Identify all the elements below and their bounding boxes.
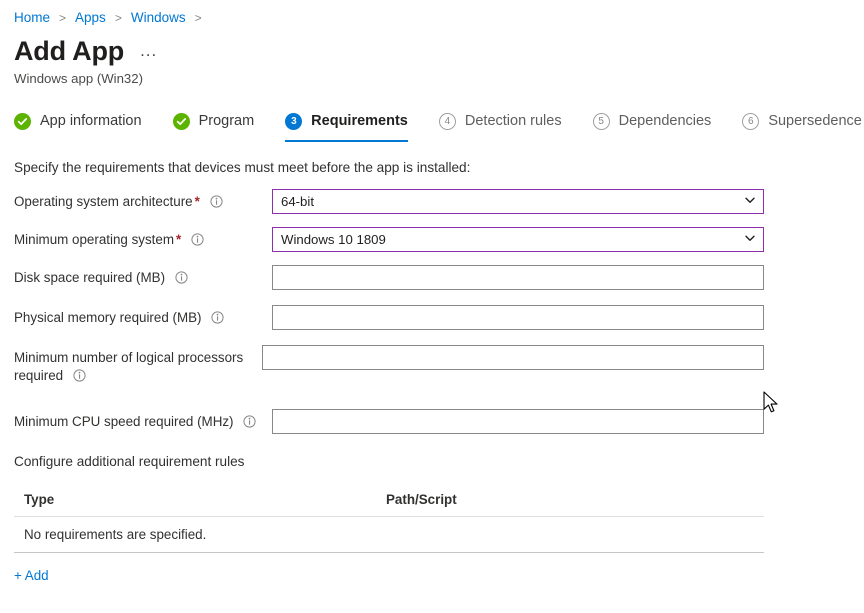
field-label-disk-space: Disk space required (MB) — [14, 265, 272, 289]
disk-space-input[interactable] — [272, 265, 764, 290]
additional-rules-label: Configure additional requirement rules — [14, 454, 245, 469]
field-label-physical-memory: Physical memory required (MB) — [14, 305, 272, 329]
required-indicator: * — [194, 194, 200, 209]
breadcrumb-item-windows[interactable]: Windows — [131, 9, 186, 27]
field-row-cpu-speed: Minimum CPU speed required (MHz) — [14, 409, 864, 434]
field-label-minimum-os: Minimum operating system * — [14, 227, 272, 251]
requirement-rules-table: Type Path/Script No requirements are spe… — [14, 492, 764, 553]
step-number-badge: 5 — [592, 112, 610, 130]
tab-detection-rules[interactable]: 4 Detection rules — [438, 111, 562, 142]
required-indicator: * — [176, 232, 182, 247]
field-row-logical-processors: Minimum number of logical processors req… — [14, 345, 864, 387]
page-subtitle: Windows app (Win32) — [14, 71, 143, 86]
tab-requirements[interactable]: 3 Requirements — [285, 111, 408, 142]
field-row-minimum-os: Minimum operating system * Windows 10 180… — [14, 227, 864, 252]
more-options-icon[interactable]: ... — [140, 42, 157, 59]
breadcrumb-separator-icon: > — [194, 11, 202, 25]
tab-supersedence[interactable]: 6 Supersedence (preview) — [742, 111, 864, 142]
field-control-minimum-os: Windows 10 1809 — [272, 227, 764, 252]
breadcrumb-item-apps[interactable]: Apps — [75, 9, 106, 27]
tab-program[interactable]: Program — [172, 111, 255, 142]
tab-label: Dependencies — [618, 113, 712, 129]
breadcrumb-item-home[interactable]: Home — [14, 9, 50, 27]
tab-label: Detection rules — [464, 113, 562, 129]
breadcrumb: Home > Apps > Windows > — [0, 0, 864, 27]
field-control-cpu-speed — [272, 409, 764, 434]
minimum-os-select[interactable]: Windows 10 1809 — [272, 227, 764, 252]
step-number-badge: 6 — [742, 112, 760, 130]
add-requirement-rule-button[interactable]: + Add — [14, 568, 49, 583]
field-label-text: Minimum operating system — [14, 232, 174, 247]
column-header-path-script: Path/Script — [386, 492, 457, 507]
tab-app-information[interactable]: App information — [14, 111, 142, 142]
column-header-type: Type — [24, 492, 55, 507]
logical-processors-input[interactable] — [262, 345, 764, 370]
info-icon[interactable] — [209, 195, 223, 213]
tab-label: Supersedence (preview) — [768, 113, 864, 129]
breadcrumb-separator-icon: > — [114, 11, 122, 25]
table-header-row: Type Path/Script — [14, 492, 764, 517]
breadcrumb-separator-icon: > — [59, 11, 67, 25]
info-icon[interactable] — [211, 311, 224, 329]
page-title-row: Add App ... — [0, 27, 864, 67]
step-number-badge: 4 — [438, 112, 456, 130]
page-title: Add App — [14, 36, 125, 66]
info-icon[interactable] — [191, 233, 204, 251]
chevron-down-icon — [744, 194, 756, 209]
chevron-down-icon — [744, 232, 756, 247]
check-icon — [172, 112, 190, 130]
info-icon[interactable] — [175, 271, 188, 289]
requirements-form: Operating system architecture * 64-bit M… — [0, 177, 864, 434]
wizard-tabs: App information Program 3 Requirements 4… — [0, 87, 864, 142]
os-architecture-select[interactable]: 64-bit — [272, 189, 764, 214]
field-label-text: Minimum CPU speed required (MHz) — [14, 414, 234, 429]
field-label-cpu-speed: Minimum CPU speed required (MHz) — [14, 409, 272, 433]
minimum-os-value: Windows 10 1809 — [281, 232, 386, 247]
info-icon[interactable] — [243, 415, 256, 433]
field-label-os-architecture: Operating system architecture * — [14, 189, 272, 213]
field-control-disk-space — [272, 265, 764, 290]
tab-label: Program — [198, 113, 255, 129]
field-label-text: Operating system architecture — [14, 194, 193, 209]
tab-dependencies[interactable]: 5 Dependencies — [592, 111, 712, 142]
step-number-badge: 3 — [285, 112, 303, 130]
physical-memory-input[interactable] — [272, 305, 764, 330]
field-label-text: Disk space required (MB) — [14, 270, 166, 285]
field-label-logical-processors: Minimum number of logical processors req… — [14, 345, 262, 387]
table-empty-row: No requirements are specified. — [14, 517, 764, 553]
check-icon — [14, 112, 31, 130]
os-architecture-value: 64-bit — [281, 194, 314, 209]
tab-label: App information — [40, 113, 142, 129]
form-intro-text: Specify the requirements that devices mu… — [14, 160, 471, 175]
field-control-os-architecture: 64-bit — [272, 189, 764, 214]
field-label-text: Physical memory required (MB) — [14, 310, 202, 325]
field-row-os-architecture: Operating system architecture * 64-bit — [14, 189, 864, 214]
field-label-text: Minimum number of logical processors req… — [14, 350, 244, 383]
tab-label: Requirements — [311, 113, 408, 129]
field-control-physical-memory — [272, 305, 764, 330]
field-control-logical-processors — [262, 345, 764, 370]
field-row-physical-memory: Physical memory required (MB) — [14, 305, 864, 330]
field-row-disk-space: Disk space required (MB) — [14, 265, 864, 290]
info-icon[interactable] — [73, 369, 86, 387]
cpu-speed-input[interactable] — [272, 409, 764, 434]
